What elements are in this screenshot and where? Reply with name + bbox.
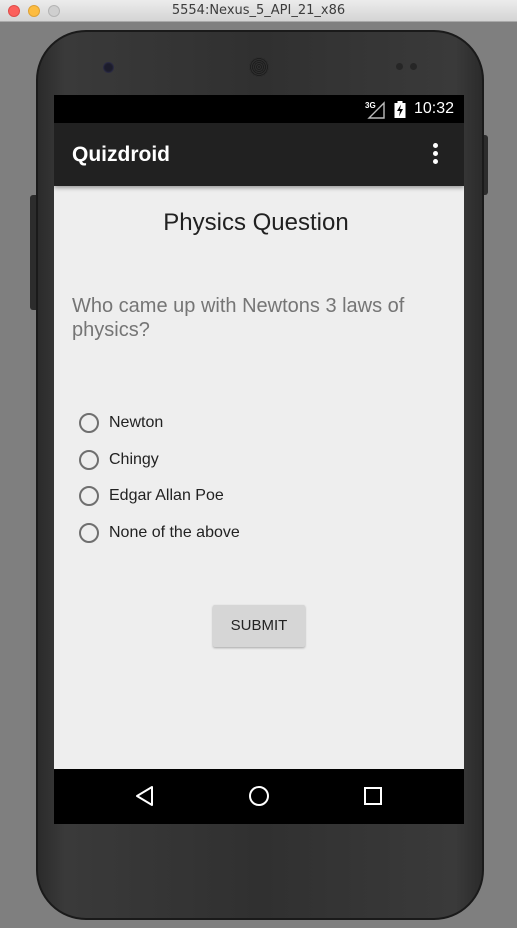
earpiece-speaker — [249, 57, 269, 77]
device-screen: 3G 10:32 Quizdroid Physics Question Who … — [54, 95, 464, 824]
submit-button[interactable]: SUBMIT — [213, 605, 305, 647]
radio-button-icon[interactable] — [79, 413, 99, 433]
signal-3g-icon: 3G — [365, 101, 385, 119]
answer-option[interactable]: Edgar Allan Poe — [78, 484, 418, 521]
answer-option-label: Newton — [109, 414, 164, 431]
status-bar: 3G 10:32 — [54, 95, 464, 123]
battery-charging-icon — [394, 101, 406, 118]
navigation-bar — [54, 769, 464, 824]
question-text: Who came up with Newtons 3 laws of physi… — [72, 295, 405, 341]
app-title: Quizdroid — [72, 143, 170, 166]
answer-option[interactable]: Chingy — [78, 448, 418, 485]
answer-option-label: Chingy — [109, 450, 159, 468]
answer-option[interactable]: None of the above — [78, 521, 418, 558]
back-icon[interactable] — [133, 784, 157, 808]
question-heading: Physics Question — [163, 209, 349, 236]
svg-text:3G: 3G — [365, 101, 376, 110]
answer-option-label: None of the above — [109, 523, 240, 541]
proximity-sensor — [396, 63, 420, 71]
radio-button-icon[interactable] — [79, 486, 99, 506]
status-time: 10:32 — [414, 100, 455, 117]
window-titlebar: 5554:Nexus_5_API_21_x86 — [0, 0, 517, 22]
home-icon[interactable] — [247, 784, 271, 808]
answer-radio-group: Newton Chingy Edgar Allan Poe None of th… — [78, 411, 418, 557]
front-camera — [103, 62, 114, 73]
window-title: 5554:Nexus_5_API_21_x86 — [171, 3, 346, 18]
answer-option[interactable]: Newton — [78, 411, 418, 448]
answer-option-label: Edgar Allan Poe — [109, 487, 224, 504]
radio-button-icon[interactable] — [79, 449, 99, 470]
overflow-menu-icon[interactable] — [426, 140, 446, 168]
radio-button-icon[interactable] — [79, 522, 99, 543]
app-bar: Quizdroid — [54, 123, 464, 186]
recents-icon[interactable] — [361, 784, 385, 808]
